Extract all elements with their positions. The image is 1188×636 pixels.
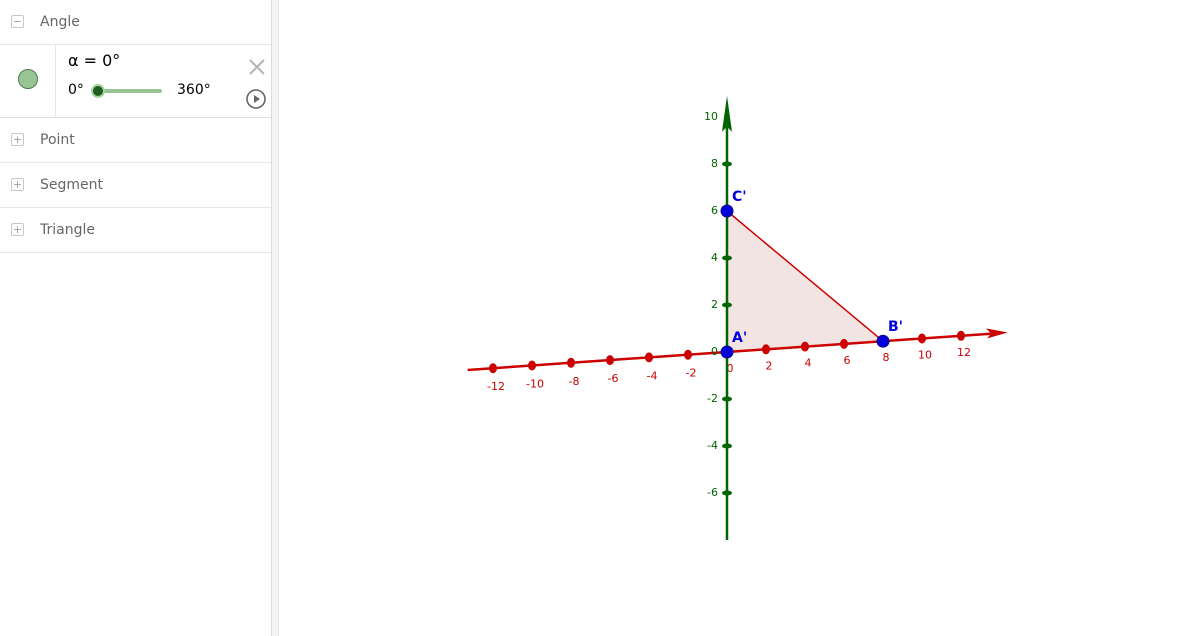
x-tick-label: 8: [883, 351, 890, 364]
x-tick-mark: [684, 349, 692, 360]
close-icon[interactable]: [247, 57, 267, 77]
group-header-segment[interactable]: + Segment: [0, 163, 271, 208]
x-tick-label: -10: [526, 378, 544, 391]
y-tick-label: 10: [704, 110, 718, 123]
y-axis-arrowhead: [722, 95, 732, 132]
graphics-canvas[interactable]: -12 -10 -8 -6 -4 -2 0 2 4 6 8 10 12-6-4-20246810 A'B…: [279, 0, 1188, 636]
algebra-view: − Angle α = 0° 0° 360° + Point + Segment…: [0, 0, 272, 636]
x-tick-label: -4: [647, 369, 658, 382]
visibility-toggle[interactable]: [0, 45, 56, 117]
point-label: A': [732, 330, 747, 346]
play-icon[interactable]: [245, 88, 267, 110]
collapse-icon[interactable]: −: [11, 15, 24, 28]
x-tick-mark: [918, 333, 926, 344]
y-tick-mark: [722, 443, 732, 449]
point-label: B': [888, 319, 903, 335]
x-tick-mark: [606, 355, 614, 366]
group-label-point: Point: [40, 132, 75, 148]
group-header-point[interactable]: + Point: [0, 118, 271, 163]
x-tick-label: 4: [805, 357, 812, 370]
triangle-fill: [727, 211, 883, 352]
y-tick-label: 8: [711, 157, 718, 170]
x-tick-label: -8: [569, 375, 580, 388]
y-tick-label: -2: [707, 392, 718, 405]
y-tick-label: -6: [707, 486, 718, 499]
group-header-triangle[interactable]: + Triangle: [0, 208, 271, 253]
y-tick-label: 6: [711, 204, 718, 217]
expand-icon[interactable]: +: [11, 223, 24, 236]
x-tick-label: 2: [766, 359, 773, 372]
group-label-triangle: Triangle: [40, 222, 95, 238]
slider-thumb[interactable]: [91, 84, 105, 98]
x-tick-mark: [645, 352, 653, 363]
y-tick-label: 0: [711, 345, 718, 358]
y-tick-mark: [722, 302, 732, 308]
y-tick-mark: [722, 255, 732, 261]
x-tick-label: -2: [686, 367, 697, 380]
point-marker[interactable]: [720, 345, 734, 359]
x-tick-mark: [567, 357, 575, 368]
point-marker[interactable]: [720, 204, 734, 218]
slider-max-label: 360°: [177, 82, 211, 98]
y-tick-mark: [722, 490, 732, 496]
point-label: C': [732, 189, 747, 205]
y-tick-label: -4: [707, 439, 718, 452]
y-tick-mark: [722, 161, 732, 167]
x-tick-label: 10: [918, 349, 932, 362]
group-header-angle[interactable]: − Angle: [0, 0, 271, 45]
group-label-angle: Angle: [40, 14, 80, 30]
y-tick-label: 4: [711, 251, 718, 264]
x-tick-mark: [489, 363, 497, 374]
visibility-marble-icon[interactable]: [18, 69, 38, 89]
slider-track[interactable]: [98, 89, 162, 93]
x-tick-mark: [801, 341, 809, 352]
x-tick-label: -12: [487, 380, 505, 393]
view-splitter[interactable]: [272, 0, 279, 636]
y-tick-label: 2: [711, 298, 718, 311]
x-tick-mark: [840, 338, 848, 349]
expand-icon[interactable]: +: [11, 133, 24, 146]
angle-definition[interactable]: α = 0°: [68, 51, 120, 70]
x-tick-mark: [957, 330, 965, 341]
expand-icon[interactable]: +: [11, 178, 24, 191]
slider-min-label: 0°: [68, 82, 84, 98]
x-tick-label: -6: [608, 372, 619, 385]
point-marker[interactable]: [876, 334, 890, 348]
x-tick-mark: [762, 344, 770, 355]
graphics-view-3d[interactable]: -12 -10 -8 -6 -4 -2 0 2 4 6 8 10 12 -6 -4 -2 0 2 4 6 8 10 A' B…: [279, 0, 1188, 636]
x-tick-mark: [528, 360, 536, 371]
angle-item-alpha[interactable]: α = 0° 0° 360°: [0, 45, 271, 118]
x-tick-label: 12: [957, 346, 971, 359]
group-label-segment: Segment: [40, 177, 103, 193]
x-tick-label: 6: [844, 354, 851, 367]
y-tick-mark: [722, 396, 732, 402]
